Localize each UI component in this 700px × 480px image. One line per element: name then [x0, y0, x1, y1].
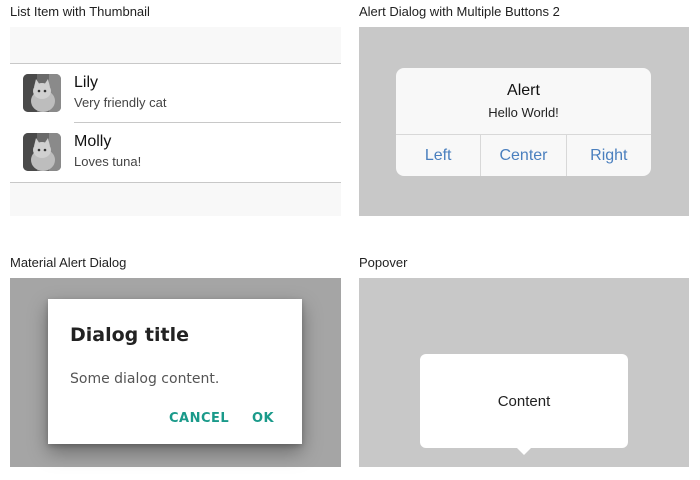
cat-thumbnail	[23, 74, 61, 112]
alert-text: Hello World!	[488, 105, 559, 120]
alert-dialog: Alert Hello World! Left Center Right	[396, 68, 651, 176]
dialog-title: Dialog title	[70, 324, 189, 346]
left-button[interactable]: Left	[396, 135, 482, 176]
list-thumbnail-panel: Lily Very friendly cat Molly Loves tuna!	[10, 27, 341, 216]
thumbnail-list: Lily Very friendly cat Molly Loves tuna!	[10, 63, 341, 183]
section-title-material-alert: Material Alert Dialog	[10, 255, 127, 270]
dialog-content: Some dialog content.	[70, 371, 220, 387]
popover-panel: Content	[359, 278, 689, 467]
material-dialog: Dialog title Some dialog content. CANCEL…	[48, 299, 302, 444]
material-alert-panel: Dialog title Some dialog content. CANCEL…	[10, 278, 341, 467]
item-subtitle: Loves tuna!	[74, 154, 142, 169]
section-title-list-thumbnail: List Item with Thumbnail	[10, 4, 150, 19]
popover-content: Content	[497, 392, 551, 410]
right-button[interactable]: Right	[567, 135, 651, 176]
cat-thumbnail	[23, 133, 61, 171]
ok-button[interactable]: OK	[252, 411, 274, 426]
alert-button-row: Left Center Right	[396, 134, 651, 176]
item-subtitle: Very friendly cat	[74, 95, 167, 110]
item-title: Lily	[74, 74, 99, 91]
popover: Content	[420, 354, 628, 448]
item-title: Molly	[74, 133, 112, 150]
alert-multi-panel: Alert Hello World! Left Center Right	[359, 27, 689, 216]
list-item[interactable]: Molly Loves tuna!	[10, 123, 341, 182]
center-button[interactable]: Center	[481, 135, 567, 176]
section-title-alert-multi: Alert Dialog with Multiple Buttons 2	[359, 4, 560, 19]
cancel-button[interactable]: CANCEL	[169, 411, 229, 426]
section-title-popover: Popover	[359, 255, 408, 270]
alert-title: Alert	[507, 82, 540, 99]
list-item[interactable]: Lily Very friendly cat	[10, 64, 341, 123]
popover-arrow	[516, 447, 532, 455]
